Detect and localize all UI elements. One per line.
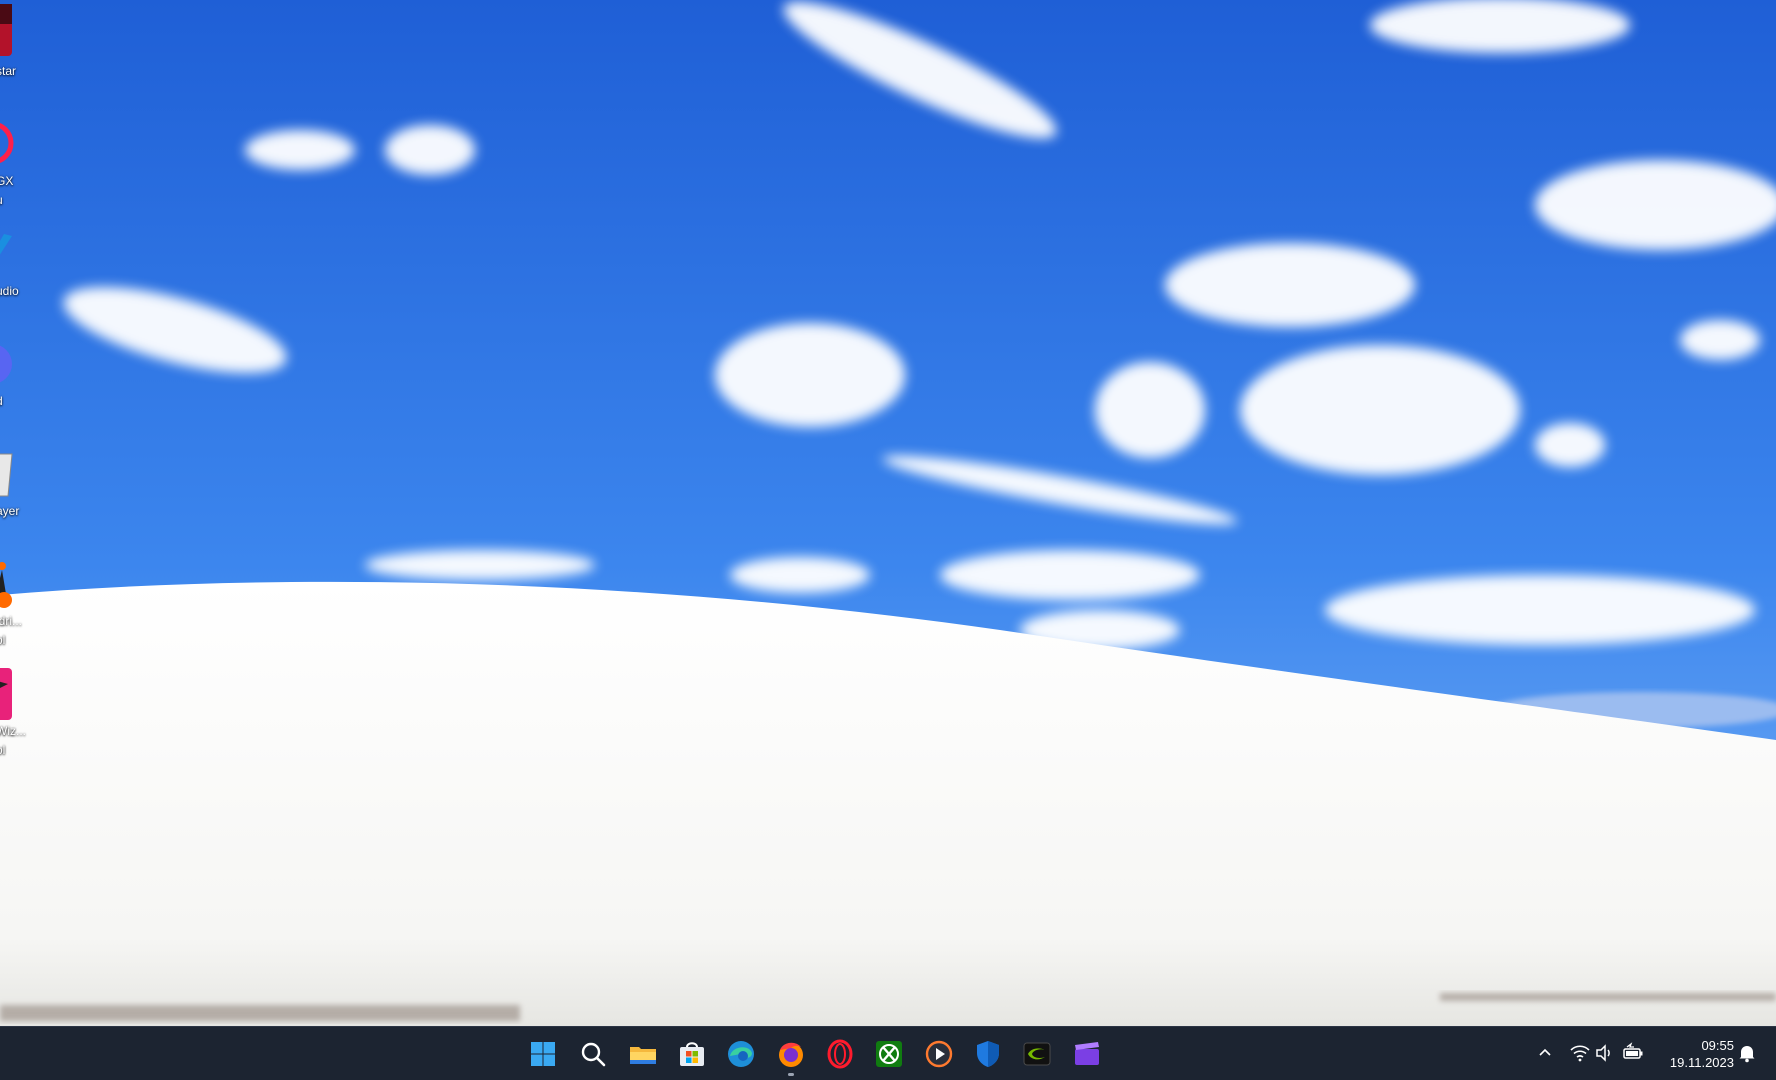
desktop-icon-label: ayer <box>0 504 20 518</box>
search-icon <box>581 1042 606 1067</box>
media-player-icon <box>925 1040 953 1068</box>
desktop-icons: star GX u udio d ayer ldri... ol Wiz... … <box>0 0 40 780</box>
battery-icon <box>1623 1042 1643 1059</box>
desktop-icon-discord[interactable]: d <box>0 330 40 430</box>
clipchamp-icon <box>1075 1042 1099 1065</box>
clock-date: 19.11.2023 <box>1669 1055 1734 1070</box>
wizard-tool-icon <box>0 668 12 720</box>
wifi-icon <box>1570 1045 1590 1062</box>
opera-button[interactable] <box>818 1032 862 1076</box>
desktop-icon-label: ldri... ol <box>0 614 23 647</box>
nvidia-icon <box>1023 1042 1051 1066</box>
opera-icon <box>827 1039 853 1069</box>
driver-tool-icon <box>0 562 12 608</box>
notifications-button[interactable] <box>1735 1041 1759 1065</box>
edge-button[interactable] <box>719 1032 763 1076</box>
volume-button[interactable] <box>1593 1041 1617 1065</box>
audio-app-icon <box>0 234 12 255</box>
opera-gx-icon <box>0 123 14 163</box>
chevron-up-icon <box>1539 1048 1551 1056</box>
firefox-button[interactable] <box>769 1032 813 1076</box>
edge-icon <box>728 1041 754 1067</box>
windows-start-icon <box>531 1042 555 1066</box>
desktop-icon-wizard-tool[interactable]: Wiz... ol <box>0 660 40 760</box>
xbox-icon <box>876 1041 902 1067</box>
search-button[interactable] <box>571 1032 615 1076</box>
windows-security-icon <box>977 1041 999 1067</box>
desktop-icon-label: GX u <box>0 174 14 207</box>
desktop-icon-audio[interactable]: udio <box>0 220 40 320</box>
show-hidden-icons-button[interactable] <box>1533 1041 1557 1065</box>
media-player-button[interactable] <box>917 1032 961 1076</box>
nvidia-button[interactable] <box>1015 1032 1059 1076</box>
microsoft-store-button[interactable] <box>670 1032 714 1076</box>
network-button[interactable] <box>1568 1041 1592 1065</box>
desktop-icon-driver-tool[interactable]: ldri... ol <box>0 550 40 650</box>
media-player-icon <box>0 453 13 497</box>
clock[interactable]: 09:55 19.11.2023 <box>1652 1037 1734 1071</box>
desktop-icon-star[interactable]: star <box>0 0 40 100</box>
running-indicator <box>788 1073 794 1076</box>
clipchamp-button[interactable] <box>1065 1032 1109 1076</box>
discord-icon <box>0 345 12 383</box>
firefox-icon <box>779 1042 803 1067</box>
start-button[interactable] <box>521 1032 565 1076</box>
xbox-button[interactable] <box>867 1032 911 1076</box>
desktop-icon-label: Wiz... ol <box>0 724 26 757</box>
windows-security-button[interactable] <box>966 1032 1010 1076</box>
bell-icon <box>1739 1046 1755 1063</box>
volume-icon <box>1596 1044 1610 1062</box>
battery-button[interactable] <box>1621 1041 1645 1065</box>
game-launcher-icon <box>0 4 12 56</box>
clock-time: 09:55 <box>1701 1038 1734 1053</box>
microsoft-store-icon <box>680 1042 704 1066</box>
file-explorer-button[interactable] <box>621 1032 665 1076</box>
file-explorer-icon <box>630 1047 656 1064</box>
desktop-icon-label: udio <box>0 284 19 298</box>
taskbar: 09:55 19.11.2023 <box>0 1026 1776 1080</box>
desktop-icon-opera-gx[interactable]: GX u <box>0 110 40 210</box>
desktop-icon-label: star <box>0 64 17 78</box>
desktop-wallpaper <box>0 0 1776 1026</box>
desktop-icon-label: d <box>0 392 36 411</box>
desktop-icon-player[interactable]: ayer <box>0 440 40 540</box>
